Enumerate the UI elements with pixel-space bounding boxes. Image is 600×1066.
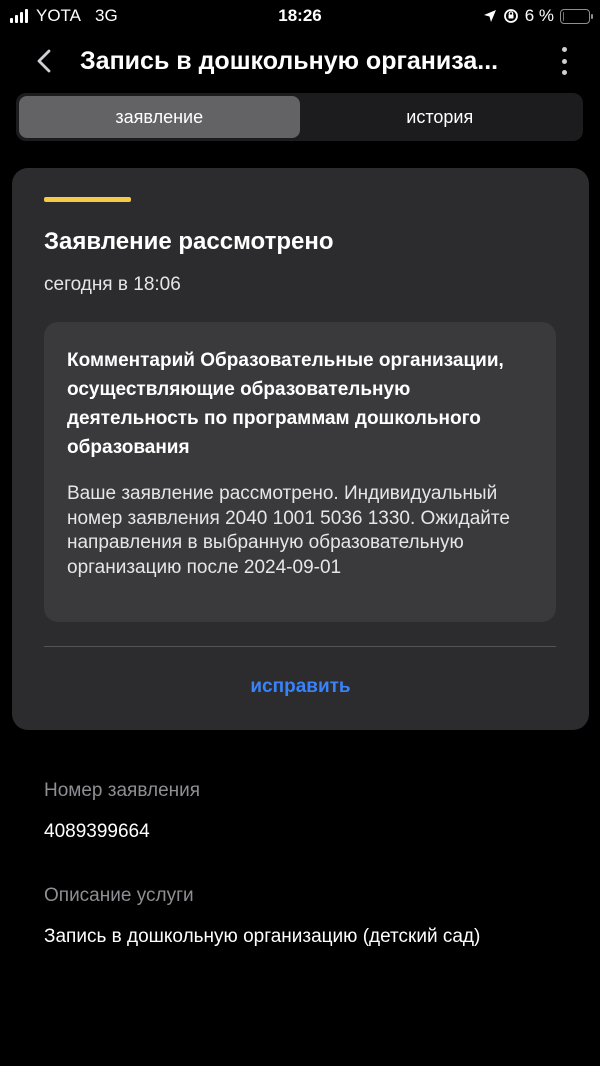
battery-percent: 6 % <box>524 6 554 25</box>
service-description-value: Запись в дошкольную организацию (детский… <box>44 926 481 947</box>
application-number-label: Номер заявления <box>44 780 201 801</box>
comment-box: Комментарий Образовательные организации,… <box>44 322 556 622</box>
nav-header: Запись в дошкольную организа... <box>0 38 600 86</box>
status-bar-right: 6 % <box>483 6 593 26</box>
card-divider <box>44 646 556 647</box>
battery-icon <box>560 8 593 24</box>
tab-history[interactable]: история <box>300 96 581 138</box>
battery-level <box>563 11 565 21</box>
status-timestamp: сегодня в 18:06 <box>44 274 181 295</box>
location-icon <box>483 10 496 22</box>
status-bar: YOTA 3G 18:26 6 % <box>0 0 600 32</box>
service-description-label: Описание услуги <box>44 885 194 906</box>
status-accent-bar <box>44 197 131 202</box>
chevron-left-icon <box>37 49 51 73</box>
status-card: Заявление рассмотрено сегодня в 18:06 Ко… <box>12 168 589 730</box>
comment-title: Комментарий Образовательные организации,… <box>67 350 504 458</box>
application-number-value: 4089399664 <box>44 821 150 842</box>
screen: YOTA 3G 18:26 6 % Запись в дошкольную ор… <box>0 0 600 1066</box>
status-title: Заявление рассмотрено <box>44 228 334 255</box>
page-title: Запись в дошкольную организа... <box>80 47 499 75</box>
back-button[interactable] <box>30 46 60 76</box>
segmented-tabs: заявление история <box>16 93 583 141</box>
more-menu-button[interactable] <box>558 47 570 75</box>
tab-application[interactable]: заявление <box>19 96 300 138</box>
rotation-lock-icon <box>503 9 518 23</box>
comment-body: Ваше заявление рассмотрено. Индивидуальн… <box>67 483 510 578</box>
more-vertical-icon <box>561 47 567 52</box>
edit-button[interactable]: исправить <box>12 676 589 698</box>
